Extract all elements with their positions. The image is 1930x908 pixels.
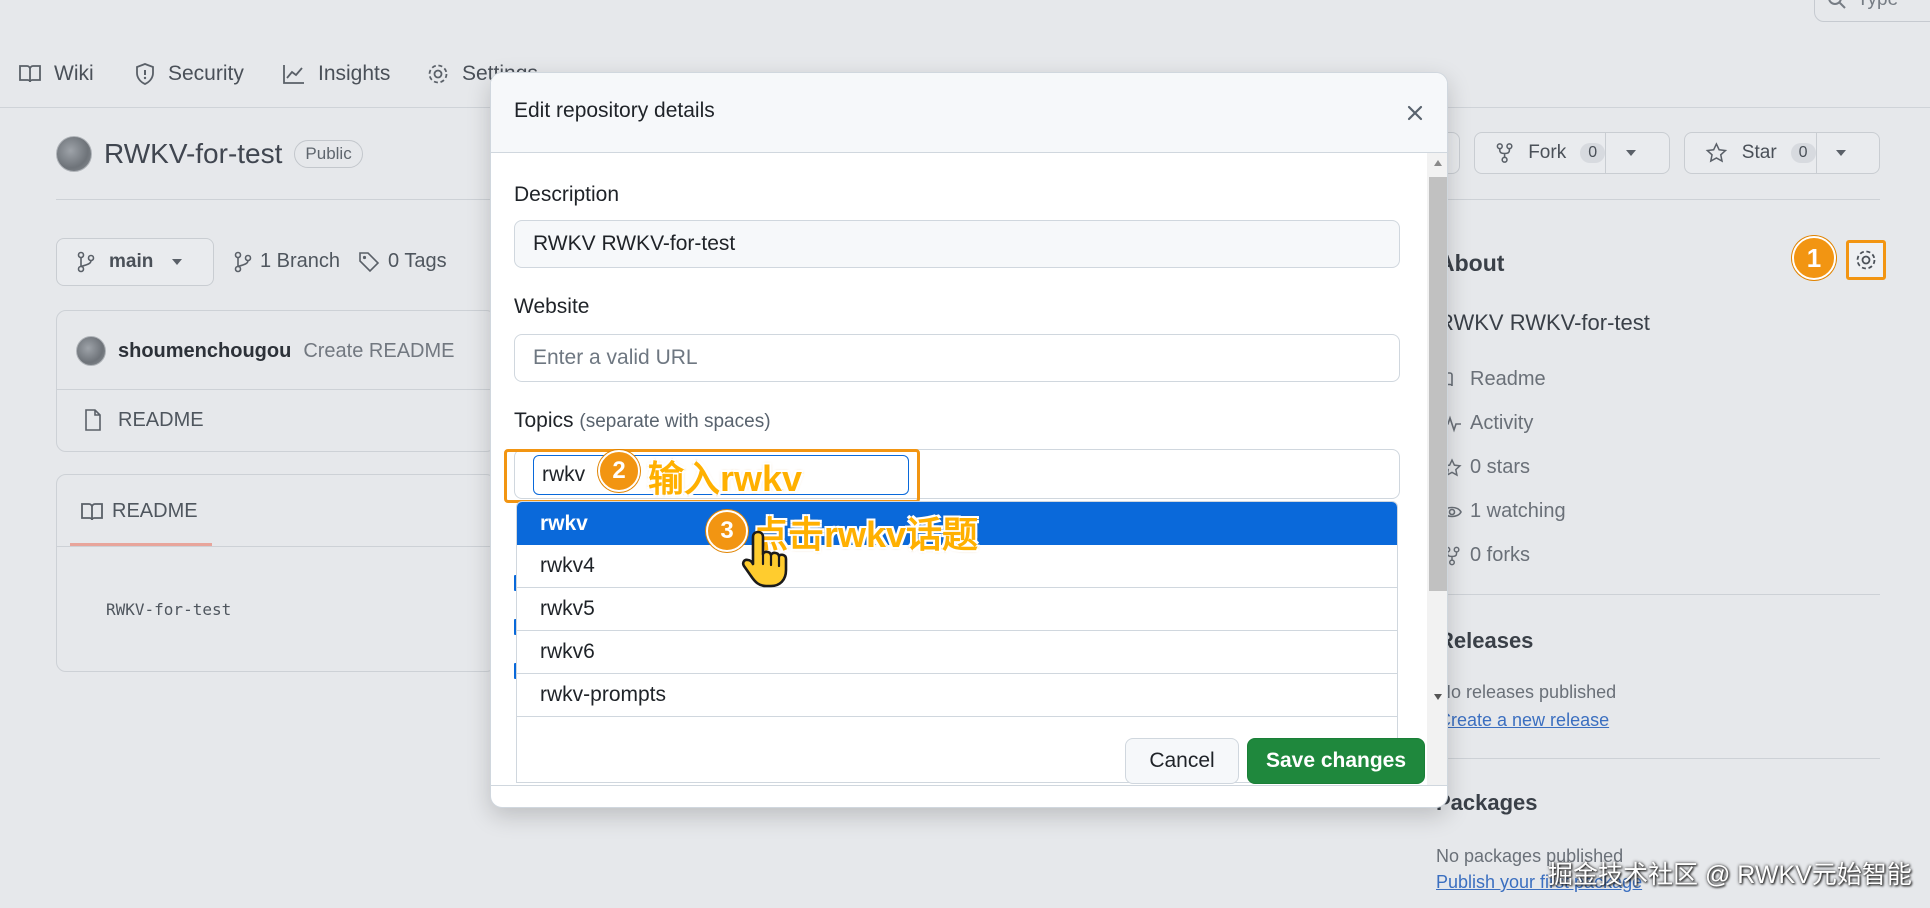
dialog-title: Edit repository details (514, 99, 715, 122)
latest-commit: shoumenchougou Create README (76, 336, 454, 366)
edit-repository-dialog: Edit repository details Description RWKV… (490, 72, 1448, 808)
graph-icon (283, 65, 304, 84)
description-label: Description (514, 183, 620, 206)
tab-wiki[interactable]: Wiki (18, 56, 94, 92)
star-count: 0 (1790, 143, 1816, 163)
repo-name[interactable]: RWKV-for-test (104, 138, 282, 170)
step2-caption: 输入rwkv (648, 458, 803, 499)
commit-message[interactable]: Create README (303, 340, 454, 363)
branch-select[interactable]: main (56, 238, 214, 286)
gear-icon (428, 64, 448, 84)
top-search-input[interactable]: Type (1814, 0, 1930, 22)
releases-text: No releases published (1438, 682, 1617, 702)
active-tab-underline (70, 543, 212, 546)
about-readme[interactable]: Readme (1442, 368, 1546, 391)
star-icon (1705, 142, 1728, 163)
dialog-footer-divider (491, 785, 1447, 786)
about-activity[interactable]: Activity (1442, 412, 1533, 435)
branch-icon (234, 251, 252, 272)
website-label: Website (514, 295, 590, 318)
about-watching[interactable]: 1 watching (1442, 500, 1566, 523)
packages-heading[interactable]: Packages (1436, 790, 1538, 816)
tags-link[interactable]: 0 Tags (358, 250, 447, 273)
scroll-down-icon[interactable] (1433, 693, 1443, 701)
readme-tab[interactable]: README (80, 500, 198, 523)
divider (1436, 758, 1880, 759)
about-settings-button[interactable] (1846, 240, 1886, 280)
branches-link[interactable]: 1 Branch (234, 250, 340, 273)
book-icon (81, 502, 103, 520)
visibility-badge: Public (294, 140, 363, 168)
shield-icon (136, 63, 154, 85)
cancel-button[interactable]: Cancel (1125, 738, 1239, 784)
step2-marker: 2 (598, 450, 640, 492)
divider (57, 546, 495, 547)
triangle-down-icon (1625, 150, 1636, 156)
fork-icon (1496, 143, 1513, 163)
book-icon (19, 65, 41, 83)
author-avatar[interactable] (76, 336, 106, 366)
create-release-link[interactable]: Create a new release (1438, 710, 1609, 731)
star-button-group[interactable]: Star 0 (1684, 132, 1880, 174)
readme-content: RWKV-for-test (106, 600, 232, 619)
about-description: RWKV RWKV-for-test (1438, 310, 1650, 335)
description-field[interactable]: RWKV RWKV-for-test (514, 220, 1400, 268)
close-icon[interactable] (1403, 101, 1427, 125)
owner-avatar[interactable] (56, 136, 92, 172)
watermark: 掘金技术社区 @ RWKV元始智能 (1548, 861, 1912, 889)
suggestion-rwkv-prompts[interactable]: rwkv-prompts (517, 674, 1397, 717)
hand-cursor-icon (741, 530, 788, 588)
commit-author[interactable]: shoumenchougou (118, 340, 291, 363)
website-field[interactable]: Enter a valid URL (514, 334, 1400, 382)
suggestion-rwkv5[interactable]: rwkv5 (517, 588, 1397, 631)
divider (57, 389, 495, 390)
triangle-down-icon (172, 259, 183, 265)
fork-dropdown[interactable] (1605, 133, 1655, 173)
releases-heading[interactable]: Releases (1438, 628, 1533, 654)
gear-icon (1856, 250, 1876, 270)
save-changes-button[interactable]: Save changes (1247, 738, 1425, 784)
fork-count: 0 (1580, 143, 1606, 163)
tag-icon (359, 251, 380, 272)
divider (1436, 594, 1880, 595)
scroll-thumb[interactable] (1429, 177, 1447, 591)
tab-insights[interactable]: Insights (282, 56, 390, 92)
tab-security[interactable]: Security (134, 56, 244, 92)
fork-button-group[interactable]: Fork 0 (1474, 132, 1670, 174)
file-row[interactable]: README (82, 408, 204, 432)
about-forks[interactable]: 0 forks (1442, 544, 1530, 567)
search-icon (1828, 0, 1846, 9)
repo-header: RWKV-for-test Public (56, 136, 363, 172)
star-dropdown[interactable] (1815, 133, 1865, 173)
topics-label: Topics (separate with spaces) (514, 409, 771, 432)
branch-icon (77, 251, 95, 273)
about-stars[interactable]: 0 stars (1442, 456, 1530, 479)
triangle-down-icon (1835, 150, 1846, 156)
suggestion-rwkv6[interactable]: rwkv6 (517, 631, 1397, 674)
step1-marker: 1 (1792, 236, 1836, 280)
file-icon (85, 409, 101, 431)
scroll-up-icon[interactable] (1433, 159, 1443, 167)
